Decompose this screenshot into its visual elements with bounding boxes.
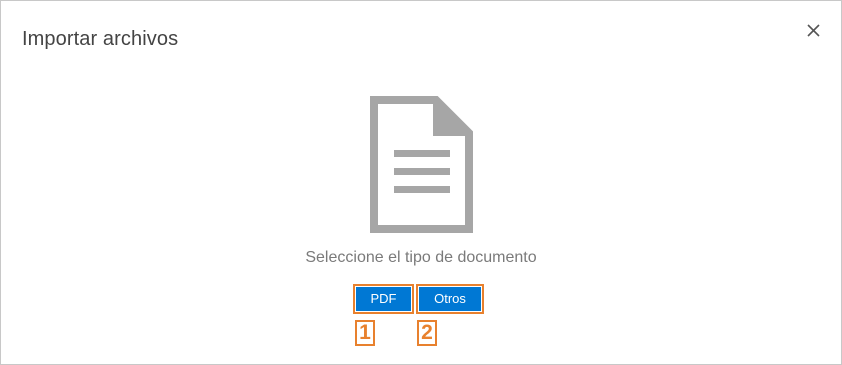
annotation-marker-1: 1 xyxy=(355,320,375,346)
dialog-title: Importar archivos xyxy=(22,28,179,50)
close-icon xyxy=(807,24,820,37)
import-files-dialog: Importar archivos Seleccione el tipo de … xyxy=(0,0,842,365)
document-icon xyxy=(370,96,473,233)
document-type-prompt: Seleccione el tipo de documento xyxy=(305,249,537,266)
annotation-marker-2: 2 xyxy=(417,320,437,346)
close-button[interactable] xyxy=(802,20,824,42)
otros-button[interactable]: Otros xyxy=(416,284,484,314)
pdf-button[interactable]: PDF xyxy=(353,284,414,314)
